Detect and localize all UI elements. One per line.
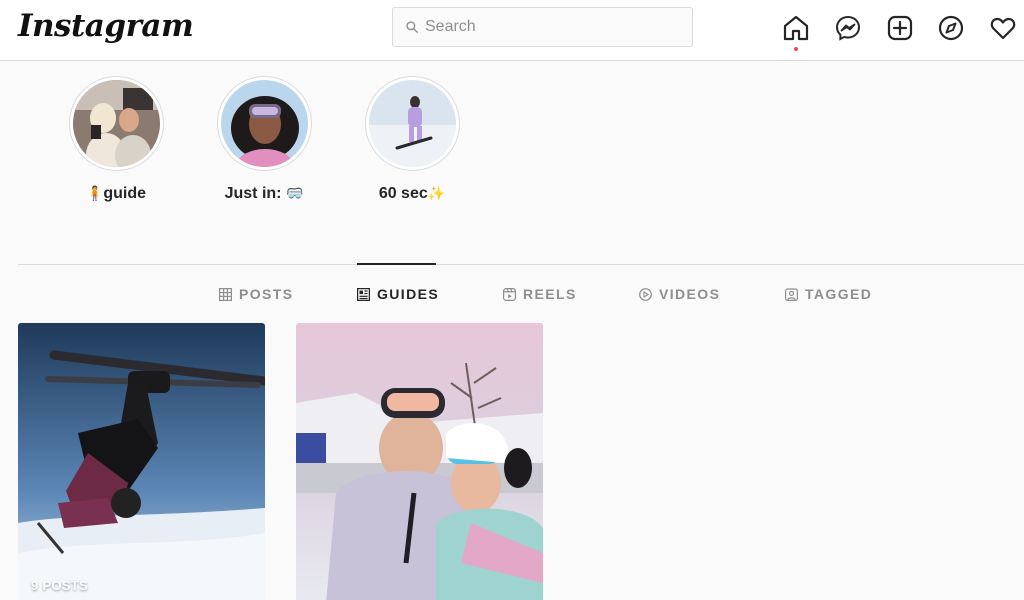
tab-posts[interactable]: POSTS <box>219 286 293 302</box>
grid-icon <box>219 287 232 301</box>
highlight-title: Just in: <box>224 185 286 202</box>
tab-guides[interactable]: GUIDES <box>357 286 439 302</box>
instagram-logo[interactable]: Instagram <box>18 8 194 44</box>
tabs-divider <box>18 264 1024 265</box>
tab-label: REELS <box>523 286 577 302</box>
active-tab-indicator <box>357 263 436 265</box>
guide-card[interactable] <box>296 323 543 600</box>
activity-heart-icon <box>990 17 1016 40</box>
tab-tagged[interactable]: TAGGED <box>785 286 872 302</box>
tab-label: TAGGED <box>805 286 873 302</box>
search-icon <box>406 21 418 33</box>
messenger-button[interactable] <box>834 14 862 42</box>
highlight-cover-image <box>220 80 308 167</box>
search-input[interactable] <box>425 18 665 36</box>
highlight-cover-image <box>72 80 160 167</box>
highlight-ring <box>216 76 312 171</box>
highlight-title: 60 sec <box>378 185 428 202</box>
tab-label: VIDEOS <box>659 286 721 302</box>
highlight-title: guide <box>103 185 147 202</box>
highlight-label: 🧍guide <box>48 185 184 203</box>
guide-post-count: 9 POSTS <box>31 578 89 593</box>
home-icon <box>783 15 809 41</box>
tab-reels[interactable]: REELS <box>503 286 577 302</box>
tab-label: POSTS <box>239 286 294 302</box>
tab-label: GUIDES <box>377 286 440 302</box>
highlight-guide[interactable]: 🧍guide <box>68 76 164 202</box>
highlight-emoji: 🥽 <box>285 185 304 201</box>
reels-icon <box>503 287 516 301</box>
explore-icon <box>938 15 964 41</box>
highlight-emoji: 🧍 <box>85 185 104 201</box>
tagged-icon <box>785 287 798 301</box>
video-play-icon <box>639 287 652 301</box>
search-box[interactable] <box>392 7 693 47</box>
guide-card[interactable]: 9 POSTS <box>18 323 265 600</box>
highlight-emoji: ✨ <box>427 185 446 201</box>
home-notification-dot <box>794 47 798 51</box>
guide-cover-image <box>18 323 265 600</box>
highlight-just-in[interactable]: Just in: 🥽 <box>216 76 312 202</box>
new-post-button[interactable] <box>886 14 914 42</box>
guide-cover-image <box>296 323 543 600</box>
highlight-ring <box>68 76 164 171</box>
explore-button[interactable] <box>937 14 965 42</box>
highlight-60-sec[interactable]: 60 sec✨ <box>364 76 460 202</box>
home-button[interactable] <box>782 14 810 42</box>
highlight-ring <box>364 76 460 171</box>
messenger-icon <box>835 15 861 41</box>
highlight-cover-image <box>368 80 456 167</box>
activity-button[interactable] <box>989 14 1017 42</box>
highlight-label: Just in: 🥽 <box>196 185 332 203</box>
top-navigation-bar: Instagram <box>0 0 1024 61</box>
new-post-icon <box>887 15 913 41</box>
tab-videos[interactable]: VIDEOS <box>639 286 720 302</box>
guide-icon <box>357 287 370 301</box>
highlight-label: 60 sec✨ <box>344 185 480 203</box>
